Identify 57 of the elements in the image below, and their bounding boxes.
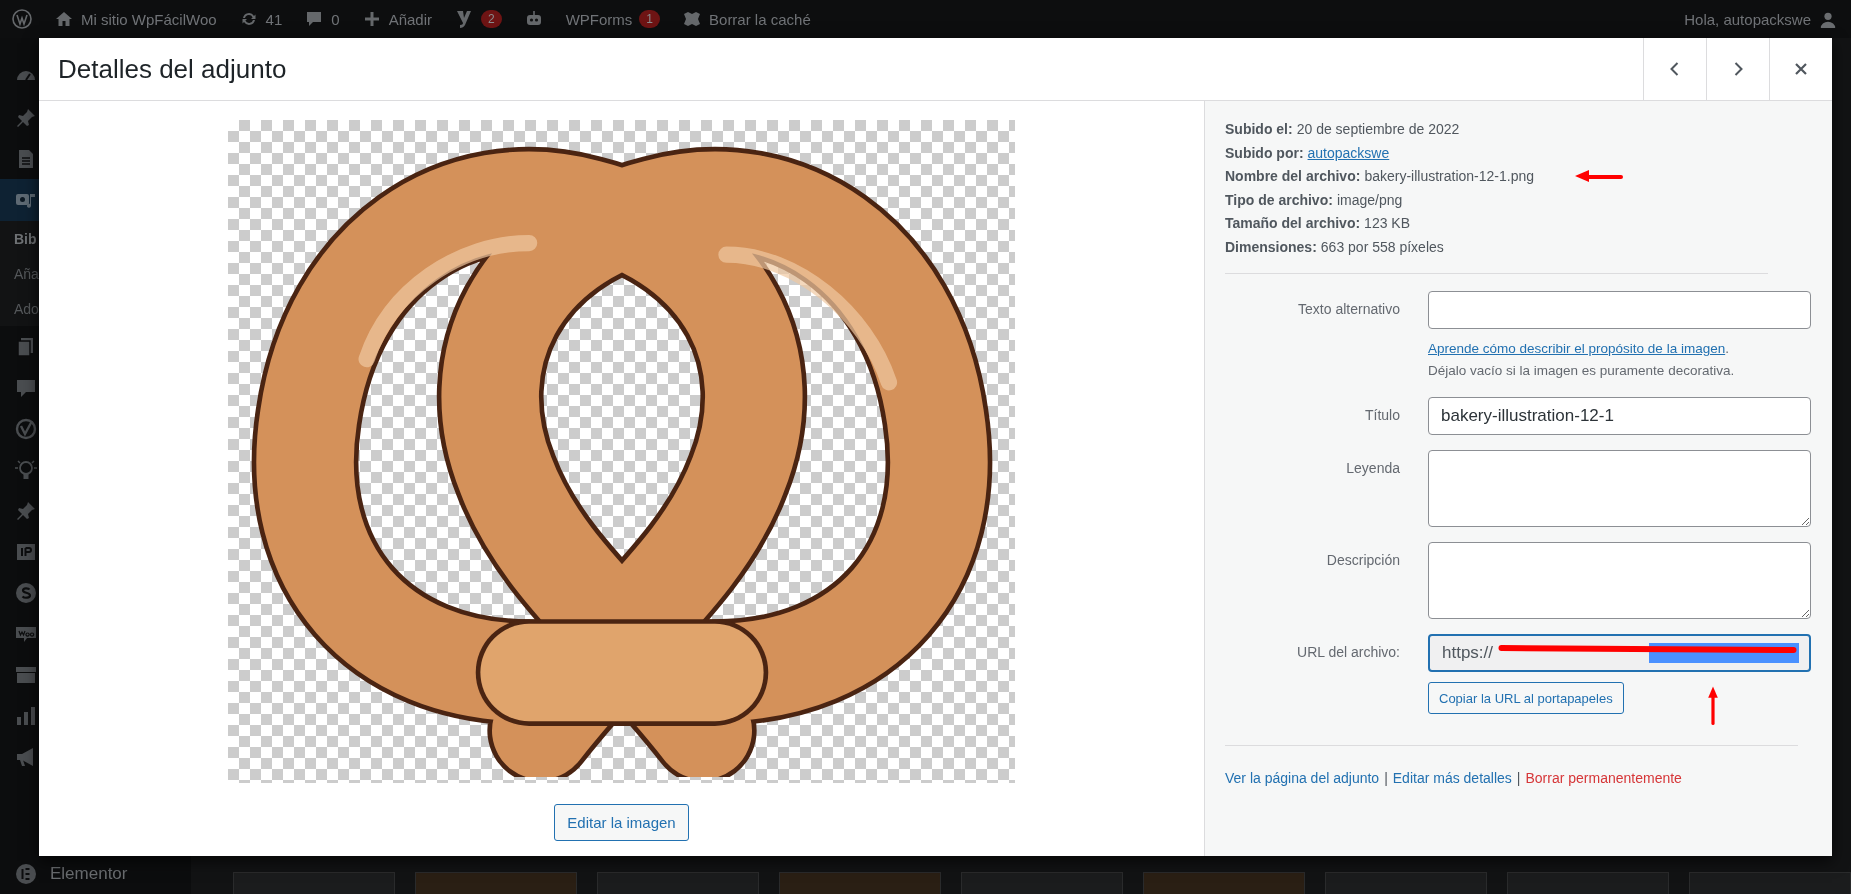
menu-link[interactable]: Borrar la caché (709, 10, 811, 28)
elementor-icon[interactable] (14, 861, 38, 886)
menu-link[interactable]: Elementor (50, 863, 128, 884)
wordpress-logo-icon[interactable] (12, 9, 32, 29)
action-link[interactable]: Ver la página del adjunto (1225, 770, 1380, 786)
text-area[interactable] (1428, 450, 1811, 527)
menu-link[interactable]: WPForms (565, 10, 633, 28)
detail-label: Nombre del archivo: (1225, 168, 1361, 184)
menu-link[interactable]: 0 (331, 10, 340, 28)
separator-text: | (1516, 770, 1521, 786)
field-label: Texto alternativo (1297, 300, 1400, 319)
action-link[interactable]: Editar más detalles (1392, 770, 1512, 786)
annotation-arrow (1573, 169, 1623, 183)
copy-url-button[interactable]: Copiar la URL al portapapeles (1428, 682, 1624, 714)
field-label: Leyenda (1345, 459, 1400, 478)
count-badge: 2 (481, 10, 502, 28)
delete-link[interactable]: Borrar permanentemente (1525, 770, 1682, 786)
modal-title: Detalles del adjunto (58, 53, 287, 85)
lightbulb-icon[interactable] (14, 457, 38, 482)
detail-value: 20 de septiembre de 2022 (1296, 121, 1460, 137)
detail-value: image/png (1336, 191, 1403, 208)
detail-label: Dimensiones: (1225, 238, 1317, 255)
field-label: Descripción (1325, 551, 1400, 570)
greeting-link[interactable]: Hola, autopackswe (1684, 10, 1811, 28)
menu-link[interactable]: Añadir (388, 10, 432, 28)
separator-text: | (1384, 770, 1388, 786)
detail-label: Subido el: (1225, 121, 1293, 137)
uploader-link[interactable]: autopackswe (1307, 144, 1390, 161)
previous-button[interactable] (1643, 38, 1706, 100)
detail-label: Tipo de archivo: (1225, 191, 1333, 208)
text-field[interactable] (1428, 291, 1811, 329)
home-icon[interactable] (54, 9, 74, 29)
text-field[interactable]: bakery-illustration-12-1 (1428, 397, 1811, 435)
menu-link[interactable]: 41 (265, 10, 283, 28)
close-button[interactable] (1769, 38, 1832, 100)
submenu-link[interactable]: Bib (14, 230, 37, 247)
submenu-link[interactable]: Ado (14, 300, 39, 317)
annotation-arrow (1706, 685, 1720, 725)
cleaning-badge-icon[interactable] (682, 9, 703, 29)
count-badge: 1 (639, 10, 661, 28)
menu-link[interactable]: Mi sitio WpFácilWoo (81, 10, 217, 28)
text-area[interactable] (1428, 542, 1811, 619)
edit-image-button[interactable]: Editar la imagen (554, 804, 689, 841)
detail-value: 123 KB (1364, 215, 1411, 231)
s-circle-icon[interactable] (14, 580, 38, 605)
check-circle-icon[interactable] (14, 416, 38, 441)
field-label: Título (1364, 406, 1400, 425)
help-text: Aprende cómo describir el propósito de la imagen. Déjalo vacío si la imagen es puramente decorativa. (1428, 340, 1735, 380)
detail-label: Tamaño del archivo: (1225, 215, 1361, 231)
avatar-icon[interactable] (1819, 10, 1837, 28)
submenu-link[interactable]: Aña (14, 265, 39, 282)
field-label: URL del archivo: (1296, 643, 1400, 662)
next-button[interactable] (1706, 38, 1769, 100)
detail-label: Subido por: (1225, 144, 1304, 161)
detail-value: 663 por 558 píxeles (1320, 238, 1444, 255)
yoast-y-icon[interactable] (454, 9, 474, 29)
detail-value: bakery-illustration-12-1.png (1364, 168, 1534, 184)
